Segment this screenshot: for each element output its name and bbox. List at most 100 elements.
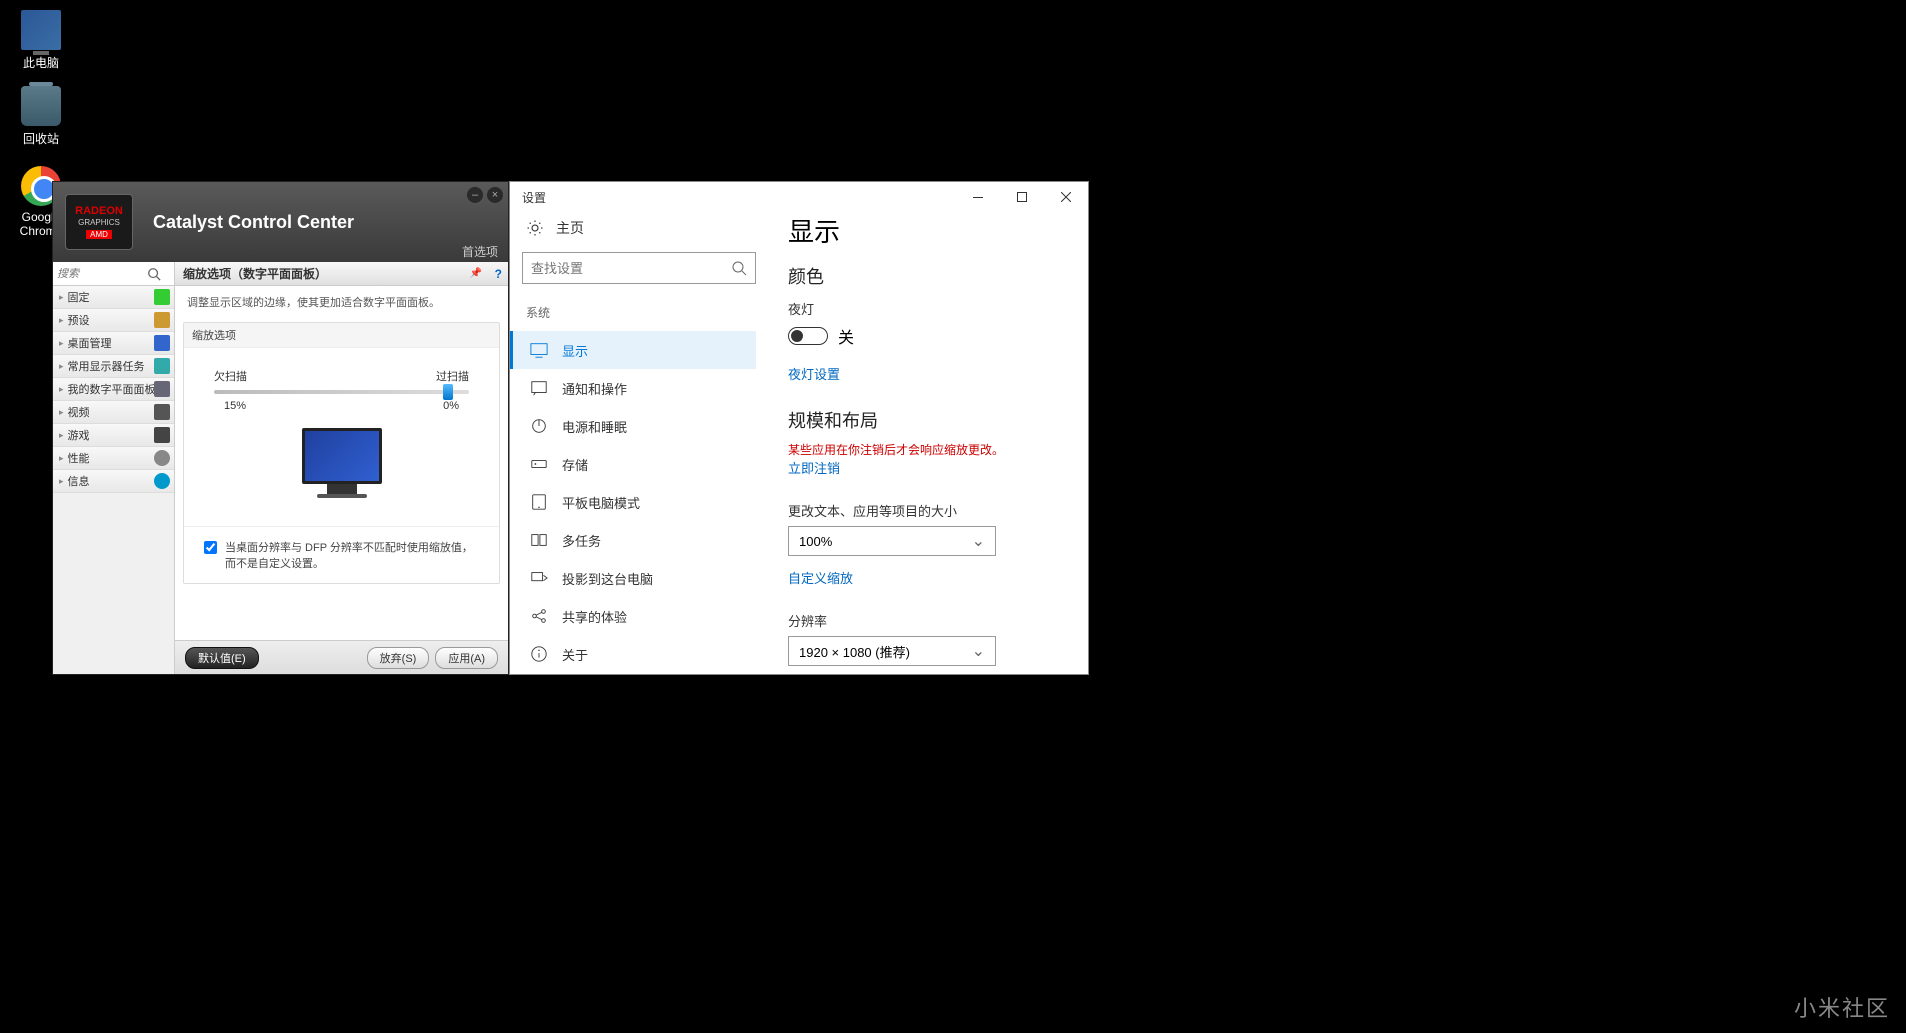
nav-tablet[interactable]: 平板电脑模式: [522, 483, 756, 521]
monitor-icon: [154, 358, 170, 374]
checkbox-label: 当桌面分辨率与 DFP 分辨率不匹配时使用缩放值，而不是自定义设置。: [225, 539, 479, 571]
overscan-slider[interactable]: [214, 390, 469, 394]
settings-sidebar: 主页 系统 显示 通知和操作 电源和睡眠 存储: [510, 212, 768, 674]
nightlight-settings-link[interactable]: 夜灯设置: [788, 364, 840, 383]
nav-multitask[interactable]: 多任务: [522, 521, 756, 559]
tablet-icon: [530, 493, 548, 511]
settings-content: 显示 颜色 夜灯 关 夜灯设置 规模和布局 某些应用在你注销后才会响应缩放更改。…: [768, 212, 1088, 674]
share-icon: [530, 607, 548, 625]
settings-window: 设置 主页 系统 显示: [509, 181, 1089, 675]
about-icon: [530, 645, 548, 663]
resolution-select[interactable]: 1920 × 1080 (推荐): [788, 636, 996, 666]
home-label: 主页: [556, 218, 584, 238]
default-button[interactable]: 默认值(E): [185, 647, 259, 669]
search-icon: [731, 260, 747, 276]
nav-storage[interactable]: 存储: [522, 445, 756, 483]
nav-project[interactable]: 投影到这台电脑: [522, 559, 756, 597]
ccc-pin-icon[interactable]: 📌: [470, 268, 482, 279]
ccc-search-input[interactable]: [57, 268, 147, 280]
slider-right-label: 过扫描: [436, 368, 469, 384]
search-icon: [147, 267, 161, 281]
nav-share[interactable]: 共享的体验: [522, 597, 756, 635]
ccc-nav-performance[interactable]: 性能: [53, 447, 174, 470]
ccc-footer: 默认值(E) 放弃(S) 应用(A): [175, 640, 508, 674]
display-icon: [530, 341, 548, 359]
use-scaling-checkbox[interactable]: [204, 541, 217, 554]
amd-badge: RADEON GRAPHICS AMD: [65, 194, 133, 250]
discard-button[interactable]: 放弃(S): [367, 647, 430, 669]
signout-link[interactable]: 立即注销: [788, 458, 840, 477]
watermark: 小米社区: [1794, 991, 1890, 1023]
ccc-nav-desktop-mgmt[interactable]: 桌面管理: [53, 332, 174, 355]
settings-titlebar[interactable]: 设置: [510, 182, 1088, 212]
nightlight-toggle[interactable]: [788, 327, 828, 345]
settings-search[interactable]: [522, 252, 756, 284]
close-button[interactable]: [1044, 182, 1088, 212]
gear-icon: [526, 219, 544, 237]
ccc-sidebar: 固定 预设 桌面管理 常用显示器任务 我的数字平面面板 视频 游戏 性能 信息: [53, 262, 175, 674]
nav-power[interactable]: 电源和睡眠: [522, 407, 756, 445]
minimize-icon: [973, 197, 983, 198]
pin-icon: [154, 289, 170, 305]
slider-right-pct: 0%: [443, 400, 459, 412]
gauge-icon: [154, 450, 170, 466]
settings-search-input[interactable]: [531, 261, 731, 276]
ccc-panel-title-bar: 缩放选项（数字平面面板） 📌 ?: [175, 262, 508, 286]
power-icon: [530, 417, 548, 435]
notify-icon: [530, 379, 548, 397]
ccc-nav-presets[interactable]: 预设: [53, 309, 174, 332]
project-icon: [530, 569, 548, 587]
ccc-nav-info[interactable]: 信息: [53, 470, 174, 493]
desktop-icon-this-pc[interactable]: 此电脑: [6, 10, 76, 71]
ccc-panel-title: 缩放选项（数字平面面板）: [183, 265, 327, 282]
ccc-close-button[interactable]: ×: [486, 186, 504, 204]
slider-left-pct: 15%: [224, 400, 246, 412]
icon-label: 回收站: [6, 130, 76, 147]
panel-icon: [154, 381, 170, 397]
color-heading: 颜色: [788, 263, 1068, 289]
toggle-state: 关: [838, 324, 854, 348]
maximize-button[interactable]: [1000, 182, 1044, 212]
this-pc-icon: [21, 10, 61, 50]
custom-scale-link[interactable]: 自定义缩放: [788, 568, 853, 587]
settings-category: 系统: [522, 298, 756, 331]
ccc-help-button[interactable]: ?: [495, 267, 502, 281]
slider-thumb[interactable]: [443, 384, 453, 400]
settings-home-link[interactable]: 主页: [522, 212, 756, 252]
ccc-nav-digital-panel[interactable]: 我的数字平面面板: [53, 378, 174, 401]
ccc-minimize-button[interactable]: –: [466, 186, 484, 204]
ccc-scaling-group: 缩放选项 欠扫描 过扫描 15% 0%: [183, 322, 500, 584]
nav-display[interactable]: 显示: [510, 331, 756, 369]
apply-button[interactable]: 应用(A): [435, 647, 498, 669]
minimize-button[interactable]: [956, 182, 1000, 212]
game-icon: [154, 427, 170, 443]
recycle-bin-icon: [21, 86, 61, 126]
ccc-nav-display-tasks[interactable]: 常用显示器任务: [53, 355, 174, 378]
monitor-preview: [302, 428, 382, 498]
ccc-titlebar[interactable]: RADEON GRAPHICS AMD Catalyst Control Cen…: [53, 182, 508, 262]
nav-about[interactable]: 关于: [522, 635, 756, 673]
window-title: 设置: [522, 189, 546, 206]
multitask-icon: [530, 531, 548, 549]
ccc-nav-gaming[interactable]: 游戏: [53, 424, 174, 447]
ccc-group-title: 缩放选项: [184, 323, 499, 348]
ccc-content: 缩放选项（数字平面面板） 📌 ? 调整显示区域的边缘，使其更加适合数字平面面板。…: [175, 262, 508, 674]
ccc-nav-pinned[interactable]: 固定: [53, 286, 174, 309]
ccc-search[interactable]: [53, 262, 174, 286]
desktop-icon: [154, 335, 170, 351]
ccc-preferences-link[interactable]: 首选项: [462, 243, 498, 260]
nightlight-label: 夜灯: [788, 299, 1068, 318]
page-title: 显示: [788, 212, 1068, 249]
scale-heading: 规模和布局: [788, 407, 1068, 433]
scale-select[interactable]: 100%: [788, 526, 996, 556]
ccc-description: 调整显示区域的边缘，使其更加适合数字平面面板。: [175, 286, 508, 318]
preset-icon: [154, 312, 170, 328]
scale-label: 更改文本、应用等项目的大小: [788, 501, 1068, 520]
scale-warning: 某些应用在你注销后才会响应缩放更改。: [788, 441, 1068, 458]
ccc-nav-video[interactable]: 视频: [53, 401, 174, 424]
video-icon: [154, 404, 170, 420]
nav-notifications[interactable]: 通知和操作: [522, 369, 756, 407]
info-icon: [154, 473, 170, 489]
desktop-icon-recycle-bin[interactable]: 回收站: [6, 86, 76, 147]
resolution-label: 分辨率: [788, 611, 1068, 630]
